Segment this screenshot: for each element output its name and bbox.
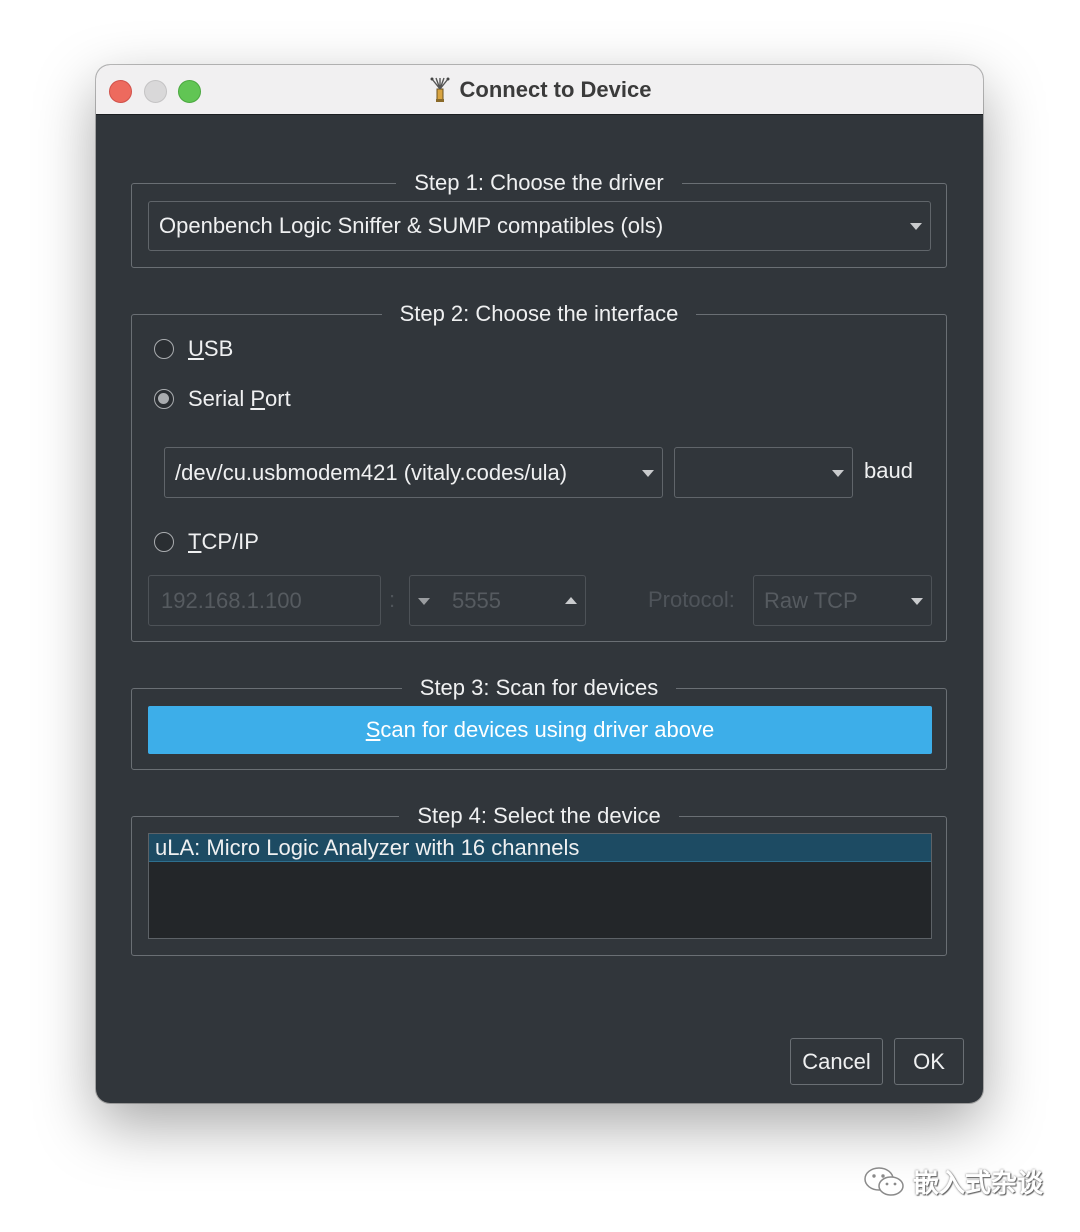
chevron-down-icon [642, 469, 654, 477]
serial-port-option[interactable]: Serial Port [154, 383, 291, 415]
scan-group-title: Step 3: Scan for devices [401, 675, 677, 700]
tcp-host-value: 192.168.1.100 [161, 587, 302, 613]
chevron-down-icon [910, 223, 922, 230]
title-area: Connect to Device [96, 65, 983, 114]
device-list-item[interactable]: uLA: Micro Logic Analyzer with 16 channe… [149, 834, 931, 862]
driver-select-value: Openbench Logic Sniffer & SUMP compatibl… [159, 213, 664, 238]
tcp-ip-radio[interactable] [154, 532, 174, 552]
chevron-down-icon [911, 597, 923, 605]
serial-port-select[interactable]: /dev/cu.usbmodem421 (vitaly.codes/ula) [164, 447, 663, 498]
serial-port-value: /dev/cu.usbmodem421 (vitaly.codes/ula) [175, 459, 568, 485]
driver-select[interactable]: Openbench Logic Sniffer & SUMP compatibl… [148, 201, 931, 251]
usb-option[interactable]: USB [154, 333, 233, 365]
device-list[interactable]: uLA: Micro Logic Analyzer with 16 channe… [148, 833, 932, 939]
baud-label: baud [864, 458, 913, 483]
serial-port-radio[interactable] [154, 389, 174, 409]
baud-rate-select[interactable] [674, 447, 853, 498]
connect-dialog: Connect to Device Step 1: Choose the dri… [96, 65, 983, 1103]
decrement-icon[interactable] [418, 598, 430, 605]
device-group-title: Step 4: Select the device [399, 803, 679, 828]
tcp-host-input[interactable]: 192.168.1.100 [148, 575, 381, 626]
ok-button[interactable]: OK [894, 1038, 964, 1085]
watermark-text: 嵌入式杂谈 [913, 1169, 1044, 1199]
title-bar: Connect to Device [96, 65, 983, 115]
serial-port-label: Serial Port [188, 386, 291, 411]
app-icon [430, 77, 450, 102]
wechat-icon [864, 1166, 904, 1196]
interface-group: Step 2: Choose the interface USB Serial … [131, 301, 947, 642]
tcp-port-value: 5555 [452, 587, 501, 613]
tcp-ip-option[interactable]: TCP/IP [154, 526, 259, 558]
cancel-button[interactable]: Cancel [790, 1038, 883, 1085]
increment-icon[interactable] [565, 597, 577, 604]
protocol-select[interactable]: Raw TCP [753, 575, 932, 626]
driver-group-title: Step 1: Choose the driver [396, 170, 682, 195]
watermark: 嵌入式杂谈 [863, 1163, 1043, 1200]
chevron-down-icon [832, 469, 844, 477]
tcp-ip-label: TCP/IP [188, 529, 259, 554]
protocol-label: Protocol: [648, 587, 735, 612]
protocol-value: Raw TCP [764, 587, 858, 613]
scan-devices-button[interactable]: Scan for devices using driver above [148, 706, 932, 754]
tcp-separator: : [389, 587, 396, 612]
window-title: Connect to Device [459, 76, 652, 102]
scan-group: Step 3: Scan for devices Scan for device… [131, 675, 947, 770]
interface-group-title: Step 2: Choose the interface [381, 301, 697, 326]
usb-label: USB [188, 336, 234, 361]
usb-radio[interactable] [154, 339, 174, 359]
tcp-port-spinbox[interactable]: 5555 [409, 575, 586, 626]
driver-group: Step 1: Choose the driver Openbench Logi… [131, 170, 947, 268]
device-group: Step 4: Select the device uLA: Micro Log… [131, 803, 947, 956]
